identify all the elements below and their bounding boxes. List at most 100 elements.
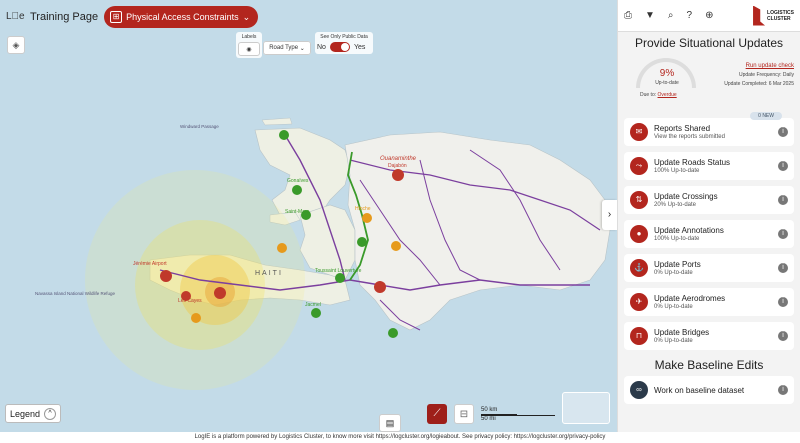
update-item-title: Update Aerodromes: [654, 294, 726, 303]
update-item-subtitle: 0% Up-to-date: [654, 270, 693, 276]
ruler-icon[interactable]: ⊟: [454, 404, 474, 424]
marker-orange-4: [191, 313, 201, 323]
footer-text: LogIE is a platform powered by Logistics…: [0, 432, 800, 443]
map-label-navassa: Navassa Island National Wildlife Refuge: [35, 291, 116, 296]
public-data-toggle[interactable]: No Yes: [317, 42, 371, 52]
marker-south-green: [388, 328, 398, 338]
map-header: L⃝e Training Page ⊞ Physical Access Cons…: [6, 6, 259, 28]
public-data-control: See Only Public Data No Yes: [315, 32, 373, 54]
logistics-cluster-mark-icon: [753, 5, 766, 26]
map-label-ouanaminthe: Ouanaminthe: [380, 156, 417, 162]
map-label-jacmel: Jacmel: [305, 302, 321, 308]
marker-toussaint: [335, 273, 345, 283]
help-icon[interactable]: ?: [687, 10, 693, 21]
layers-icon[interactable]: ◈: [7, 36, 25, 54]
marker-jacmel: [311, 308, 321, 318]
globe-icon[interactable]: ⊕: [705, 10, 713, 21]
chevron-down-icon: ⌄: [242, 11, 251, 22]
marker-orange-3: [391, 241, 401, 251]
pin-icon: ●: [630, 225, 648, 243]
update-item-subtitle: 100% Up-to-date: [654, 168, 700, 174]
search-icon[interactable]: ⌕: [668, 10, 674, 21]
page-title: Training Page: [30, 11, 99, 23]
marker-cayes: [214, 287, 226, 299]
info-icon[interactable]: i: [778, 385, 788, 395]
info-icon[interactable]: i: [778, 229, 788, 239]
update-item[interactable]: ⤳ Update Roads Status 100% Up-to-date i: [624, 152, 794, 180]
info-icon[interactable]: i: [778, 297, 788, 307]
map-label-saint-marc: Saint-Marc: [285, 209, 310, 215]
toggle-yes-label: Yes: [353, 43, 366, 51]
new-badge: 0 NEW: [750, 112, 782, 120]
update-item-subtitle: 20% Up-to-date: [654, 202, 697, 208]
filter-icon[interactable]: ▼: [645, 10, 655, 21]
update-item-title: Update Annotations: [654, 226, 724, 235]
legend-label: Legend: [10, 408, 41, 419]
anchor-icon: ⚓: [630, 259, 648, 277]
update-item[interactable]: 0 NEW ✉ Reports Shared View the reports sub…: [624, 112, 794, 146]
panel-toolbar: ⎙ ▼ ⌕ ? ⊕ LOGISTICS CLUSTER: [618, 0, 800, 32]
crossing-icon: ⇅: [630, 191, 648, 209]
baseline-title: Make Baseline Edits: [618, 358, 800, 376]
baseline-dataset-item[interactable]: ∞ Work on baseline dataset i: [624, 376, 794, 404]
update-item-title: Update Bridges: [654, 328, 710, 337]
marker-orange-2: [362, 213, 372, 223]
marker-orange-1: [277, 243, 287, 253]
plane-icon: ✈: [630, 293, 648, 311]
info-icon[interactable]: i: [778, 263, 788, 273]
barrier-icon: ⊞: [110, 11, 123, 23]
info-icon[interactable]: i: [778, 195, 788, 205]
info-icon[interactable]: i: [778, 331, 788, 341]
run-update-check-link[interactable]: Run update check: [724, 62, 794, 71]
update-item[interactable]: ⇅ Update Crossings 20% Up-to-date i: [624, 186, 794, 214]
update-item[interactable]: ● Update Annotations 100% Up-to-date i: [624, 220, 794, 248]
progress-percent: 9%: [659, 68, 675, 79]
map-canvas[interactable]: HAITI Ouanaminthe Dajabón Gonaïves Saint…: [0, 0, 617, 432]
toggle-switch[interactable]: [329, 42, 350, 52]
marker-red-1: [374, 281, 386, 293]
bridge-icon: ⊓: [630, 327, 648, 345]
update-info: Run update check Update Frequency: Daily…: [724, 62, 794, 89]
situational-panel: ⎙ ▼ ⌕ ? ⊕ LOGISTICS CLUSTER Provide Situa…: [617, 0, 800, 432]
scale-mi: 50 mi: [481, 416, 496, 422]
update-item-subtitle: 100% Up-to-date: [654, 236, 700, 242]
map-label-haiti: HAITI: [255, 270, 283, 277]
update-frequency: Update Frequency: Daily: [738, 72, 794, 78]
marker-gonaives: [292, 185, 302, 195]
scale-bar: 50 km 50 mi: [481, 407, 555, 423]
update-item-title: Update Roads Status: [654, 158, 731, 167]
update-item[interactable]: ⊓ Update Bridges 0% Up-to-date i: [624, 322, 794, 350]
map-label-dajabon: Dajabón: [388, 163, 407, 169]
table-view-button[interactable]: ▤: [379, 414, 401, 432]
road-type-dropdown[interactable]: Road Type ⌄: [263, 41, 311, 55]
print-icon[interactable]: ⎙: [624, 10, 632, 21]
info-icon[interactable]: i: [778, 127, 788, 137]
panel-title: Provide Situational Updates: [634, 36, 784, 50]
marker-jeremie: [160, 270, 172, 282]
scale-km: 50 km: [481, 407, 498, 413]
logie-logo-icon: L⃝e: [6, 11, 25, 22]
chevron-right-icon[interactable]: ›: [602, 200, 617, 230]
progress-caption: Up-to-date: [655, 80, 679, 86]
legend-button[interactable]: Legend ^: [5, 404, 61, 423]
chart-icon[interactable]: ⟋: [427, 404, 447, 424]
table-icon: ▤: [385, 418, 395, 428]
due-status: Due to: Overdue: [640, 92, 677, 98]
layer-selector-label: Physical Access Constraints: [126, 12, 239, 22]
marker-hinche: [357, 237, 367, 247]
layer-selector-button[interactable]: ⊞ Physical Access Constraints ⌄: [104, 6, 259, 28]
marker-ouanaminthe: [392, 169, 404, 181]
overdue-link[interactable]: Overdue: [658, 92, 677, 98]
info-icon[interactable]: i: [778, 161, 788, 171]
update-item-title: Update Crossings: [654, 192, 718, 201]
update-item[interactable]: ⚓ Update Ports 0% Up-to-date i: [624, 254, 794, 282]
road-type-label: Road Type: [269, 45, 299, 51]
public-data-caption: See Only Public Data: [320, 34, 368, 40]
labels-toggle-button[interactable]: ◉: [238, 42, 260, 56]
minimap[interactable]: [562, 392, 610, 424]
map-label-jeremie: Jérémie Airport: [133, 261, 167, 267]
update-item-subtitle: View the reports submitted: [654, 134, 725, 140]
update-item[interactable]: ✈ Update Aerodromes 0% Up-to-date i: [624, 288, 794, 316]
baseline-item-label: Work on baseline dataset: [654, 385, 745, 395]
update-item-subtitle: 0% Up-to-date: [654, 304, 693, 310]
